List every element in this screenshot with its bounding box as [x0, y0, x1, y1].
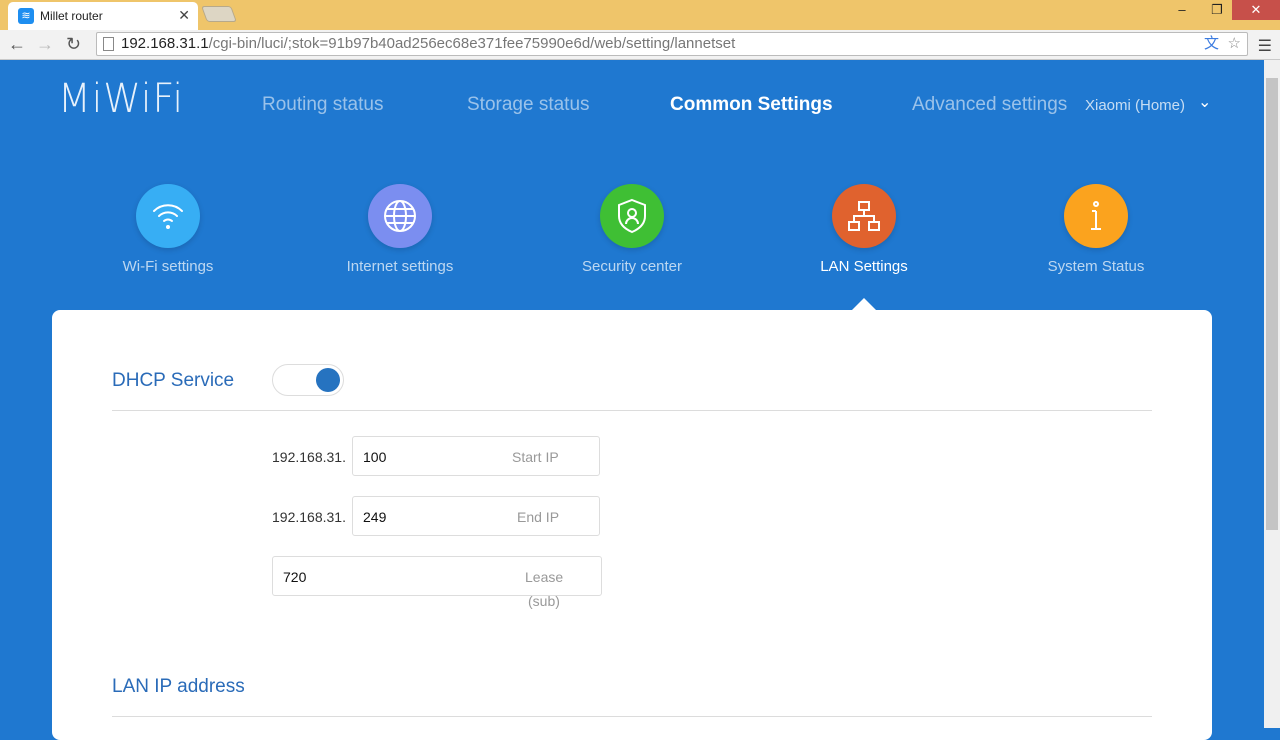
menu-icon[interactable]: ☰	[1258, 36, 1272, 56]
nav-routing-status[interactable]: Routing status	[262, 94, 383, 116]
start-ip-value: 100	[363, 449, 387, 465]
toggle-knob	[316, 368, 340, 392]
translate-icon[interactable]: 文	[1204, 33, 1219, 55]
active-tile-indicator	[852, 298, 876, 310]
network-icon	[832, 184, 896, 248]
new-tab-button[interactable]	[201, 6, 237, 22]
lan-settings-panel: DHCP Service 192.168.31. 100 Start IP 19…	[52, 310, 1212, 740]
user-menu[interactable]: Xiaomi (Home)	[1085, 97, 1185, 114]
end-ip-prefix: 192.168.31.	[272, 509, 346, 525]
tile-label: System Status	[1047, 258, 1145, 275]
dhcp-service-title: DHCP Service	[112, 370, 235, 391]
divider	[112, 410, 1152, 411]
tile-label: Wi-Fi settings	[122, 258, 214, 275]
tile-lan-settings[interactable]: LAN Settings	[764, 184, 964, 275]
page-icon	[103, 37, 114, 51]
lease-label: Lease	[525, 569, 564, 585]
tile-wifi-settings[interactable]: Wi-Fi settings	[68, 184, 268, 275]
reload-icon[interactable]: ↻	[66, 34, 81, 55]
bookmark-star-icon[interactable]: ☆	[1228, 33, 1241, 55]
url-host: 192.168.31.1	[121, 35, 209, 52]
browser-tab-strip: ≋ Millet router ✕ – ❐ ✕	[0, 0, 1280, 30]
scrollbar-thumb[interactable]	[1266, 78, 1278, 530]
minimize-button[interactable]: –	[1170, 0, 1194, 20]
wifi-favicon-icon: ≋	[18, 8, 34, 24]
url-path: /cgi-bin/luci/;stok=91b97b40ad256ec68e37…	[208, 35, 736, 52]
end-ip-label: End IP	[517, 509, 560, 525]
tile-label: LAN Settings	[820, 258, 908, 275]
nav-storage-status[interactable]: Storage status	[467, 94, 590, 116]
shield-icon	[600, 184, 664, 248]
lease-unit: (sub)	[528, 593, 560, 609]
divider	[112, 716, 1152, 717]
forward-icon[interactable]: →	[36, 34, 54, 55]
tab-title: Millet router	[40, 9, 103, 23]
scrollbar[interactable]	[1264, 60, 1280, 728]
logo: MiWiFi	[58, 76, 184, 122]
chevron-down-icon[interactable]: ⌄	[1198, 92, 1211, 112]
restore-button[interactable]: ❐	[1205, 0, 1229, 20]
nav-common-settings[interactable]: Common Settings	[670, 94, 833, 116]
lease-value: 720	[283, 569, 307, 585]
tile-system-status[interactable]: System Status	[996, 184, 1196, 275]
info-icon	[1064, 184, 1128, 248]
start-ip-label: Start IP	[512, 449, 559, 465]
tile-label: Internet settings	[346, 258, 454, 275]
wifi-icon	[136, 184, 200, 248]
close-window-button[interactable]: ✕	[1232, 0, 1280, 20]
close-tab-icon[interactable]: ✕	[178, 7, 190, 24]
dhcp-toggle[interactable]	[272, 364, 344, 396]
end-ip-value: 249	[363, 509, 387, 525]
lan-ip-title: LAN IP address	[112, 676, 245, 697]
globe-icon	[368, 184, 432, 248]
start-ip-input[interactable]: 100	[352, 436, 600, 476]
browser-tab[interactable]: ≋ Millet router ✕	[8, 2, 198, 30]
address-bar[interactable]: 192.168.31.1/cgi-bin/luci/;stok=91b97b40…	[96, 32, 1248, 56]
tile-internet-settings[interactable]: Internet settings	[300, 184, 500, 275]
start-ip-prefix: 192.168.31.	[272, 449, 346, 465]
back-icon[interactable]: ←	[8, 34, 26, 55]
tile-label: Security center	[581, 258, 683, 275]
browser-toolbar: ← → ↻ 192.168.31.1/cgi-bin/luci/;stok=91…	[0, 30, 1280, 60]
tile-security-center[interactable]: Security center	[532, 184, 732, 275]
end-ip-input[interactable]: 249	[352, 496, 600, 536]
nav-advanced-settings[interactable]: Advanced settings	[912, 94, 1067, 116]
